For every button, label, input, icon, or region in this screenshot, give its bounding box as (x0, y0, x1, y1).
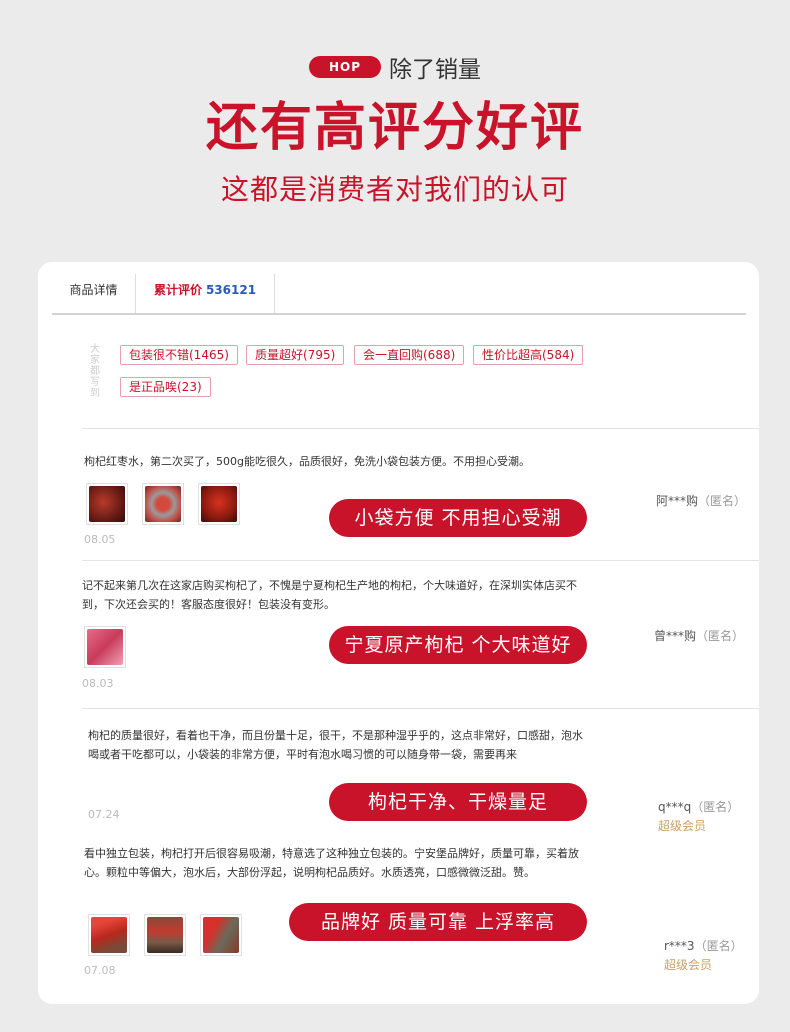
review-photo[interactable] (88, 914, 130, 956)
divider (82, 428, 759, 429)
tab-reviews[interactable]: 累计评价 536121 (136, 274, 275, 313)
impression-tag[interactable]: 性价比超高(584) (473, 345, 584, 365)
impression-tag[interactable]: 是正品唉(23) (120, 377, 211, 397)
reviewer-name: 阿***购（匿名） (656, 492, 746, 509)
impression-tag[interactable]: 会一直回购(688) (354, 345, 465, 365)
reviewer-name: q***q（匿名） (658, 798, 739, 815)
review-highlight: 品牌好 质量可靠 上浮率高 (289, 903, 587, 941)
reviews-count: 536121 (205, 283, 257, 297)
divider (82, 708, 759, 709)
impression-tag[interactable]: 包装很不错(1465) (120, 345, 238, 365)
review-text: 枸杞红枣水，第二次买了，500g能吃很久，品质很好，免洗小袋包装方便。不用担心受… (84, 455, 530, 468)
review-photo[interactable] (86, 483, 128, 525)
divider (82, 560, 759, 561)
header-subtitle: 除了销量 (389, 57, 482, 83)
hop-badge: HOP (308, 56, 382, 78)
review-photo[interactable] (198, 483, 240, 525)
reviewer-name: 曾***购（匿名） (654, 627, 744, 644)
review-date: 07.24 (88, 808, 120, 821)
review-card: 商品详情 累计评价 536121 大家都写到 包装很不错(1465) 质量超好(7… (38, 262, 759, 1004)
review-text: 记不起来第几次在这家店购买枸杞了，不愧是宁夏枸杞生产地的枸杞，个大味道好，在深圳… (82, 579, 577, 611)
review-date: 08.05 (84, 533, 116, 546)
tab-bar: 商品详情 累计评价 536121 (52, 274, 746, 315)
hero-tagline: 这都是消费者对我们的认可 (220, 173, 569, 206)
vip-badge: 超级会员 (658, 819, 707, 833)
tab-reviews-label: 累计评价 (153, 283, 202, 297)
anonymous-tag: （匿名） (698, 494, 747, 508)
reviewer-name: r***3（匿名） (664, 937, 743, 954)
review-photo[interactable] (200, 914, 242, 956)
reviewer-id: q***q (658, 800, 692, 814)
review-text: 看中独立包装，枸杞打开后很容易吸潮，特意选了这种独立包装的。宁安堡品牌好，质量可… (84, 847, 579, 879)
reviewer-id: 阿***购 (656, 494, 699, 508)
review-highlight: 宁夏原产枸杞 个大味道好 (329, 626, 587, 664)
vip-badge: 超级会员 (664, 958, 713, 972)
review-date: 08.03 (82, 677, 114, 690)
anonymous-tag: （匿名） (696, 629, 745, 643)
impression-label: 大家都写到 (90, 344, 100, 399)
review-highlight: 枸杞干净、干燥量足 (329, 783, 587, 821)
review-photo[interactable] (144, 914, 186, 956)
review-photo[interactable] (84, 626, 126, 668)
header-badge-row: HOP 除了销量 (0, 50, 790, 84)
review-date: 07.08 (84, 964, 116, 977)
reviewer-id: r***3 (664, 939, 695, 953)
review-text: 枸杞的质量很好，看着也干净，而且份量十足，很干，不是那种湿乎乎的，这点非常好，口… (88, 729, 583, 761)
anonymous-tag: （匿名） (694, 939, 743, 953)
impression-tag[interactable]: 质量超好(795) (246, 345, 345, 365)
hero-title: 还有高评分好评 (205, 98, 584, 158)
anonymous-tag: （匿名） (691, 800, 740, 814)
tab-product-detail[interactable]: 商品详情 (52, 274, 136, 313)
review-highlight: 小袋方便 不用担心受潮 (329, 499, 587, 537)
reviewer-id: 曾***购 (654, 629, 697, 643)
review-photo[interactable] (142, 483, 184, 525)
